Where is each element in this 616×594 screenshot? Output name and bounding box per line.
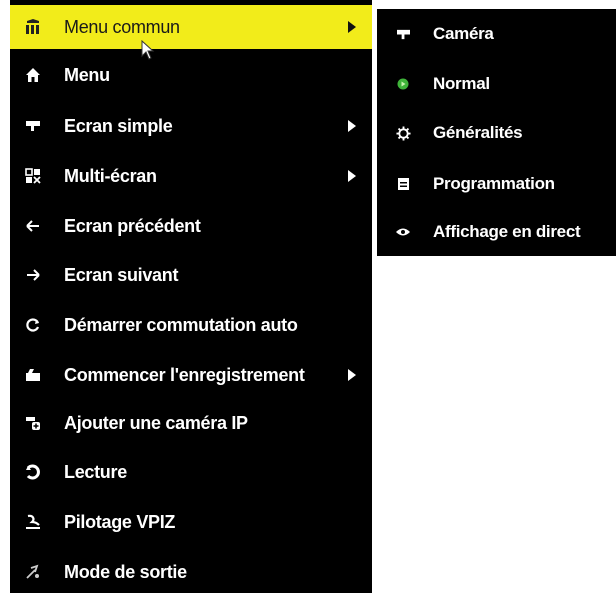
menu-item-mode-de-sortie[interactable]: Mode de sortie — [10, 550, 372, 594]
submenu-item-camera[interactable]: Caméra — [377, 12, 616, 56]
menu-item-label: Mode de sortie — [64, 561, 187, 582]
ptz-icon — [24, 513, 42, 531]
menu-item-label: Ecran simple — [64, 115, 173, 136]
home-icon — [24, 66, 42, 84]
camera-icon — [395, 26, 411, 42]
grid-icon — [24, 18, 42, 36]
menu-item-menu-commun[interactable]: Menu commun — [10, 5, 372, 49]
menu-item-label: Ajouter une caméra IP — [64, 412, 248, 433]
menu-item-pilotage-vpiz[interactable]: Pilotage VPIZ — [10, 500, 372, 544]
menu-item-commencer-enregistrement[interactable]: Commencer l'enregistrement — [10, 353, 372, 397]
context-menu: Menu commun Menu Ecran simple Multi-écra… — [10, 0, 372, 593]
refresh-icon — [24, 316, 42, 334]
playback-icon — [24, 463, 42, 481]
record-icon — [24, 366, 42, 384]
chevron-right-icon — [348, 369, 356, 381]
submenu-item-normal[interactable]: Normal — [377, 62, 616, 106]
submenu-menu-commun: Caméra Normal Généralités Programmation … — [377, 9, 616, 256]
menu-item-label: Ecran précédent — [64, 215, 201, 236]
arrow-left-icon — [24, 217, 42, 235]
submenu-item-label: Normal — [433, 74, 490, 93]
menu-item-label: Menu — [64, 64, 110, 85]
gear-icon — [395, 125, 411, 141]
menu-item-label: Menu commun — [64, 16, 180, 37]
submenu-item-generalites[interactable]: Généralités — [377, 111, 616, 155]
menu-item-ecran-precedent[interactable]: Ecran précédent — [10, 204, 372, 248]
green-dot-icon — [395, 76, 411, 92]
menu-item-demarrer-commutation-auto[interactable]: Démarrer commutation auto — [10, 303, 372, 347]
submenu-item-label: Caméra — [433, 24, 494, 43]
menu-item-ecran-simple[interactable]: Ecran simple — [10, 104, 372, 148]
submenu-item-affichage-en-direct[interactable]: Affichage en direct — [377, 210, 616, 254]
submenu-item-label: Généralités — [433, 123, 523, 142]
menu-item-multi-ecran[interactable]: Multi-écran — [10, 154, 372, 198]
submenu-item-label: Programmation — [433, 174, 555, 193]
menu-item-lecture[interactable]: Lecture — [10, 450, 372, 494]
submenu-item-programmation[interactable]: Programmation — [377, 162, 616, 206]
submenu-item-label: Affichage en direct — [433, 222, 581, 241]
menu-item-label: Commencer l'enregistrement — [64, 364, 305, 385]
multiscreen-icon — [24, 167, 42, 185]
menu-item-label: Ecran suivant — [64, 264, 179, 285]
arrow-right-icon — [24, 266, 42, 284]
output-icon — [24, 563, 42, 581]
chevron-right-icon — [348, 170, 356, 182]
menu-item-ecran-suivant[interactable]: Ecran suivant — [10, 253, 372, 297]
add-camera-icon — [24, 414, 42, 432]
menu-item-menu[interactable]: Menu — [10, 53, 372, 97]
menu-item-label: Pilotage VPIZ — [64, 511, 176, 532]
chevron-right-icon — [348, 120, 356, 132]
eye-icon — [395, 224, 411, 240]
calendar-icon — [395, 176, 411, 192]
menu-item-ajouter-camera-ip[interactable]: Ajouter une caméra IP — [10, 401, 372, 445]
camera-icon — [24, 117, 42, 135]
menu-item-label: Lecture — [64, 461, 127, 482]
menu-item-label: Multi-écran — [64, 165, 157, 186]
chevron-right-icon — [348, 21, 356, 33]
menu-item-label: Démarrer commutation auto — [64, 314, 298, 335]
